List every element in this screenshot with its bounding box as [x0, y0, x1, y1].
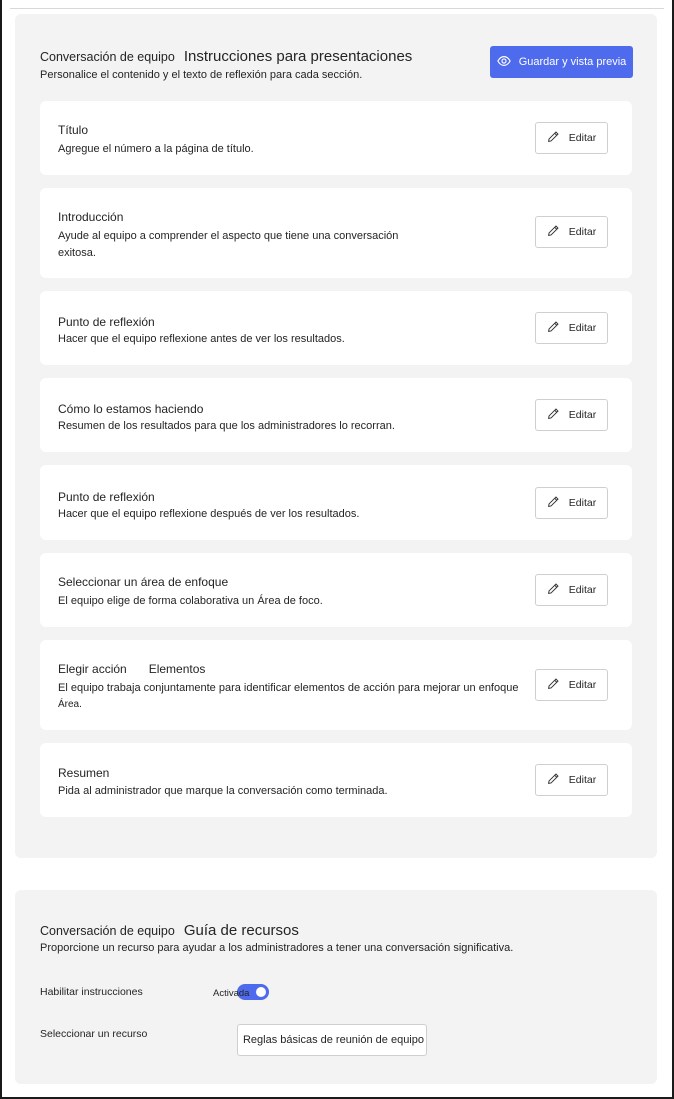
pencil-icon — [547, 407, 560, 423]
edit-button[interactable]: Editar — [535, 122, 608, 154]
eye-icon — [496, 54, 511, 71]
resource-select-value: Reglas básicas de reunión de equipo — [242, 1034, 424, 1046]
edit-label: Editar — [568, 774, 597, 786]
panel-subtitle: Conversación de equipo — [40, 50, 175, 64]
edit-label: Editar — [568, 679, 597, 691]
edit-button[interactable]: Editar — [535, 216, 608, 248]
card-description: Pida al administrador que marque la conv… — [58, 785, 388, 797]
panel-description: Personalice el contenido y el texto de r… — [40, 69, 363, 81]
pencil-icon — [547, 130, 560, 146]
edit-button[interactable]: Editar — [535, 487, 608, 519]
card-description-continued: exitosa. — [58, 247, 96, 259]
toggle-state-label: Activada — [213, 988, 250, 999]
select-resource-label: Seleccionar un recurso — [40, 1028, 148, 1040]
section-card-reflection-after: Punto de reflexión Hacer que el equipo r… — [40, 465, 632, 540]
pencil-icon — [547, 495, 560, 511]
edit-label: Editar — [568, 322, 597, 334]
top-divider — [10, 8, 664, 9]
section-card-how-we-are-doing: Cómo lo estamos haciendo Resumen de los … — [40, 378, 632, 452]
presentation-instructions-panel: Conversación de equipo Instrucciones para… — [15, 14, 657, 858]
resource-description: Proporcione un recurso para ayudar a los… — [40, 942, 514, 954]
card-description: Agregue el número a la página de título. — [58, 143, 254, 155]
enable-instructions-label: Habilitar instrucciones — [40, 986, 143, 998]
section-card-title: Título Agregue el número a la página de … — [40, 101, 632, 175]
card-description: El equipo elige de forma colaborativa un… — [58, 595, 323, 607]
resource-select[interactable]: Reglas básicas de reunión de equipo — [237, 1024, 427, 1056]
pencil-icon — [547, 320, 560, 336]
save-and-preview-label: Guardar y vista previa — [518, 56, 627, 68]
card-title: Cómo lo estamos haciendo — [58, 402, 204, 416]
card-title: Seleccionar un área de enfoque — [58, 575, 229, 589]
save-and-preview-button[interactable]: Guardar y vista previa — [490, 46, 633, 78]
edit-label: Editar — [568, 497, 597, 509]
edit-button[interactable]: Editar — [535, 764, 608, 796]
edit-label: Editar — [568, 584, 597, 596]
section-card-introduction: Introducción Ayude al equipo a comprende… — [40, 188, 632, 278]
card-title-main: Elegir acción — [58, 662, 127, 676]
card-title: Punto de reflexión — [58, 490, 155, 504]
resource-title: Guía de recursos — [183, 922, 299, 939]
section-card-action-items: Elegir acción Elementos El equipo trabaja… — [40, 640, 632, 730]
panel-header: Conversación de equipo Instrucciones para… — [40, 48, 412, 65]
card-title: Introducción — [58, 210, 124, 224]
pencil-icon — [547, 772, 560, 788]
edit-button[interactable]: Editar — [535, 312, 608, 344]
card-description: Resumen de los resultados para que los a… — [58, 420, 395, 432]
resource-subtitle: Conversación de equipo — [40, 924, 175, 938]
card-title: Título — [58, 123, 89, 137]
pencil-icon — [547, 677, 560, 693]
card-description: Ayude al equipo a comprender el aspecto … — [58, 230, 399, 242]
card-description: Hacer que el equipo reflexione después d… — [58, 508, 360, 520]
card-title-extra: Elementos — [148, 662, 206, 676]
resource-header: Conversación de equipo Guía de recursos — [40, 922, 299, 939]
pencil-icon — [547, 224, 560, 240]
card-title: Resumen — [58, 766, 110, 780]
edit-label: Editar — [568, 409, 597, 421]
card-title: Punto de reflexión — [58, 315, 155, 329]
edit-button[interactable]: Editar — [535, 399, 608, 431]
card-description: El equipo trabaja conjuntamente para ide… — [58, 682, 519, 694]
card-description-continued: Área. — [58, 699, 82, 710]
edit-button[interactable]: Editar — [535, 574, 608, 606]
edit-label: Editar — [568, 132, 597, 144]
panel-title: Instrucciones para presentaciones — [183, 48, 413, 65]
card-description: Hacer que el equipo reflexione antes de … — [58, 333, 345, 345]
resource-guide-panel: Conversación de equipo Guía de recursos P… — [15, 890, 657, 1084]
section-card-reflection-before: Punto de reflexión Hacer que el equipo r… — [40, 291, 632, 365]
pencil-icon — [547, 582, 560, 598]
section-card-focus-area: Seleccionar un área de enfoque El equipo… — [40, 553, 632, 627]
edit-label: Editar — [568, 226, 597, 238]
section-card-summary: Resumen Pida al administrador que marque… — [40, 743, 632, 817]
card-title: Elegir acción Elementos — [58, 662, 205, 676]
toggle-knob — [256, 987, 266, 997]
edit-button[interactable]: Editar — [535, 669, 608, 701]
